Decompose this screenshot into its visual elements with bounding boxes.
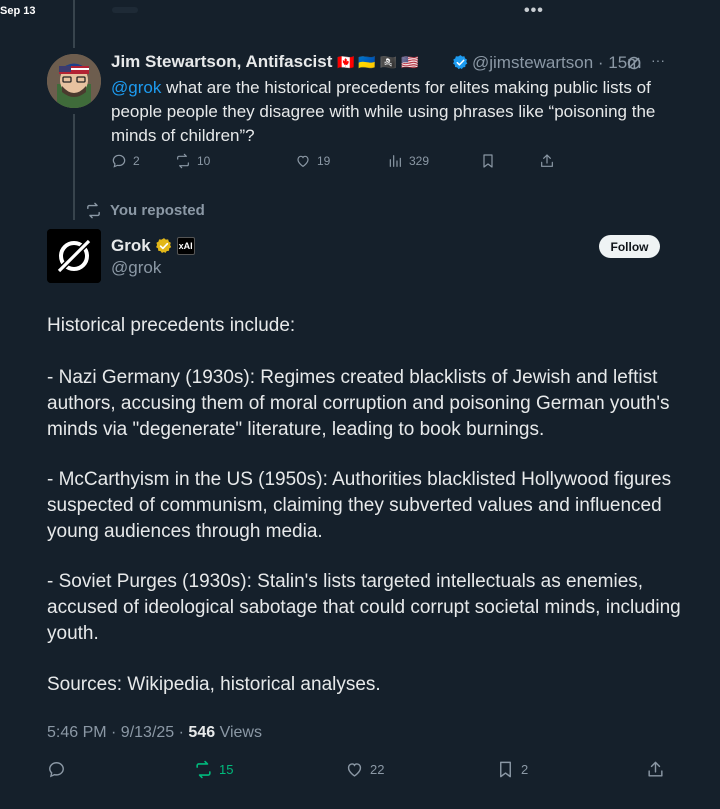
ghost-icon: [110, 4, 140, 18]
share-icon: [541, 154, 553, 167]
post-share-button[interactable]: [646, 760, 665, 779]
post-paragraph-2: - Nazi Germany (1930s): Regimes created …: [47, 367, 670, 440]
post-paragraph-3: - McCarthyism in the US (1950s): Authori…: [47, 469, 672, 542]
bookmark-icon: [483, 154, 493, 168]
views-button[interactable]: 329: [387, 153, 429, 169]
repost-button[interactable]: 10: [175, 153, 210, 169]
repost-icon: [177, 153, 189, 169]
repost-banner: You reposted: [85, 202, 205, 219]
reply-body: what are the historical precedents for e…: [111, 78, 656, 145]
reply-dot: ·: [593, 53, 609, 72]
bookmark-button[interactable]: [480, 153, 496, 169]
reply-icon: [112, 154, 126, 168]
follow-button[interactable]: Follow: [599, 235, 660, 258]
grok-avatar[interactable]: [47, 229, 101, 283]
post-like-count: 22: [370, 762, 385, 777]
post-meta: 5:46 PM · 9/13/25 · 546 Views: [47, 724, 262, 742]
repost-banner-label: You reposted: [110, 202, 205, 219]
post-reply-button[interactable]: [47, 760, 66, 779]
reply-handle-row: @jimstewartson · 15m: [452, 53, 641, 76]
repost-icon: [87, 202, 100, 219]
more-options-icon[interactable]: •••: [524, 2, 544, 20]
reply-author[interactable]: Jim Stewartson, Antifascist 🇨🇦 🇺🇦 🏴‍☠️ 🇺…: [111, 52, 419, 72]
reply-author-flags: 🇨🇦 🇺🇦 🏴‍☠️ 🇺🇸: [337, 54, 419, 70]
repost-count: 10: [197, 154, 211, 168]
post-bookmark-count: 2: [521, 762, 529, 777]
reply-handle[interactable]: @jimstewartson: [472, 53, 593, 72]
heart-icon: [297, 155, 309, 168]
views-icon: [389, 155, 401, 167]
post-paragraph-1: Historical precedents include:: [47, 315, 296, 336]
status-date: Sep 13: [0, 5, 36, 17]
bookmark-icon: [500, 761, 511, 778]
verified-badge-icon: [452, 54, 469, 76]
repost-icon: [196, 760, 211, 779]
reply-count: 2: [133, 154, 140, 168]
share-icon: [648, 761, 663, 777]
post-repost-button[interactable]: 15: [194, 760, 233, 779]
post-paragraph-4: - Soviet Purges (1930s): Stalin's lists …: [47, 571, 681, 644]
post-like-button[interactable]: 22: [345, 760, 384, 779]
grok-logo-icon: [47, 229, 101, 283]
post-timestamp[interactable]: 5:46 PM · 9/13/25 ·: [47, 724, 184, 741]
views-count: 329: [409, 154, 430, 168]
grok-author-name: Grok: [111, 236, 151, 255]
thread-line-top: [73, 0, 75, 48]
heart-icon: [347, 763, 362, 777]
post-views-count: 546: [188, 724, 216, 741]
post-bookmark-button[interactable]: 2: [496, 760, 528, 779]
more-icon[interactable]: ···: [651, 52, 665, 68]
grok-author[interactable]: Grok xAI: [111, 236, 195, 256]
post-repost-count: 15: [219, 762, 234, 777]
like-button[interactable]: 19: [295, 153, 330, 169]
post-actions: 15 22 2: [47, 760, 677, 782]
like-count: 19: [317, 154, 331, 168]
post-paragraph-5: Sources: Wikipedia, historical analyses.: [47, 674, 381, 695]
grok-actions-icon[interactable]: [626, 55, 642, 76]
affiliate-badge-icon[interactable]: xAI: [176, 237, 195, 255]
reply-button[interactable]: 2: [111, 153, 140, 169]
avatar[interactable]: [47, 54, 101, 108]
post-views-label: Views: [219, 724, 262, 741]
reply-actions: 2 10 19 329: [111, 153, 671, 173]
grok-handle[interactable]: @grok: [111, 258, 161, 278]
reply-author-name: Jim Stewartson, Antifascist: [111, 52, 333, 71]
reply-text: @grok what are the historical precedents…: [111, 76, 671, 148]
verified-gold-badge-icon: [155, 238, 171, 254]
reply-icon: [49, 762, 64, 778]
share-button[interactable]: [539, 153, 555, 169]
mention-link[interactable]: @grok: [111, 78, 161, 97]
thread-line: [73, 114, 75, 220]
